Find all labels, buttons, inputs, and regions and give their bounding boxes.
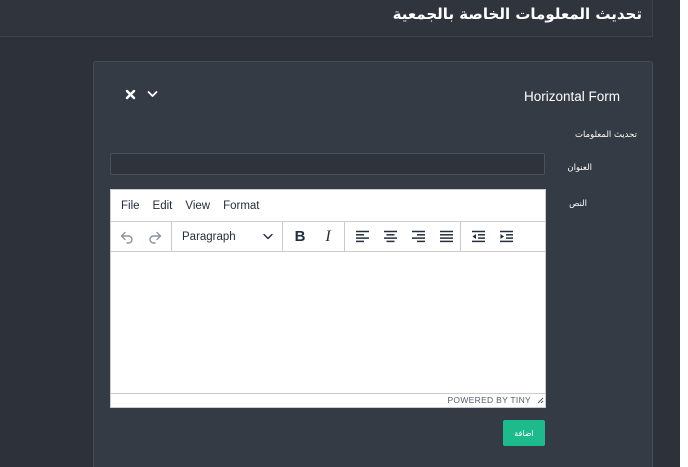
page-header: تحديث المعلومات الخاصة بالجمعية	[0, 0, 653, 37]
menu-view[interactable]: View	[185, 200, 210, 212]
editor-toolbar: Paragraph B I	[111, 221, 545, 252]
powered-by-link[interactable]: POWERED BY TINY	[447, 395, 531, 405]
menu-edit[interactable]: Edit	[153, 200, 173, 212]
indent-icon[interactable]	[492, 222, 520, 251]
editor-statusbar: POWERED BY TINY	[111, 393, 545, 407]
form-card: Horizontal Form تحديث المعلومات العنوان …	[93, 61, 653, 467]
card-title: Horizontal Form	[523, 89, 620, 104]
page-title: تحديث المعلومات الخاصة بالجمعية	[392, 5, 642, 23]
editor-menubar: File Edit View Format	[111, 190, 545, 221]
undo-icon[interactable]	[113, 222, 141, 251]
italic-icon[interactable]: I	[314, 222, 342, 251]
submit-button[interactable]: اضافة	[503, 420, 545, 446]
align-left-icon[interactable]	[348, 222, 376, 251]
title-label: العنوان	[567, 163, 592, 173]
chevron-down-icon	[263, 233, 273, 240]
outdent-icon[interactable]	[464, 222, 492, 251]
align-center-icon[interactable]	[376, 222, 404, 251]
card-tools	[124, 87, 158, 101]
block-format-label: Paragraph	[182, 230, 236, 243]
menu-format[interactable]: Format	[223, 200, 259, 212]
indent-group	[461, 222, 520, 251]
title-input[interactable]	[110, 153, 545, 175]
bold-icon[interactable]: B	[286, 222, 314, 251]
block-format-select[interactable]: Paragraph	[172, 222, 283, 251]
editor-content[interactable]	[111, 252, 545, 393]
text-style-group: B I	[283, 222, 345, 251]
history-group	[111, 222, 172, 251]
close-icon[interactable]	[124, 87, 136, 101]
alignment-group	[345, 222, 461, 251]
text-label: النص	[569, 199, 587, 209]
align-justify-icon[interactable]	[432, 222, 460, 251]
resize-handle-icon[interactable]	[536, 396, 544, 406]
redo-icon[interactable]	[141, 222, 169, 251]
form-heading: تحديث المعلومات	[574, 130, 637, 140]
chevron-down-icon[interactable]	[146, 87, 158, 101]
rich-text-editor: File Edit View Format Paragraph B I POWE…	[110, 189, 546, 408]
scrollbar-track[interactable]	[680, 0, 688, 467]
align-right-icon[interactable]	[404, 222, 432, 251]
menu-file[interactable]: File	[121, 200, 140, 212]
